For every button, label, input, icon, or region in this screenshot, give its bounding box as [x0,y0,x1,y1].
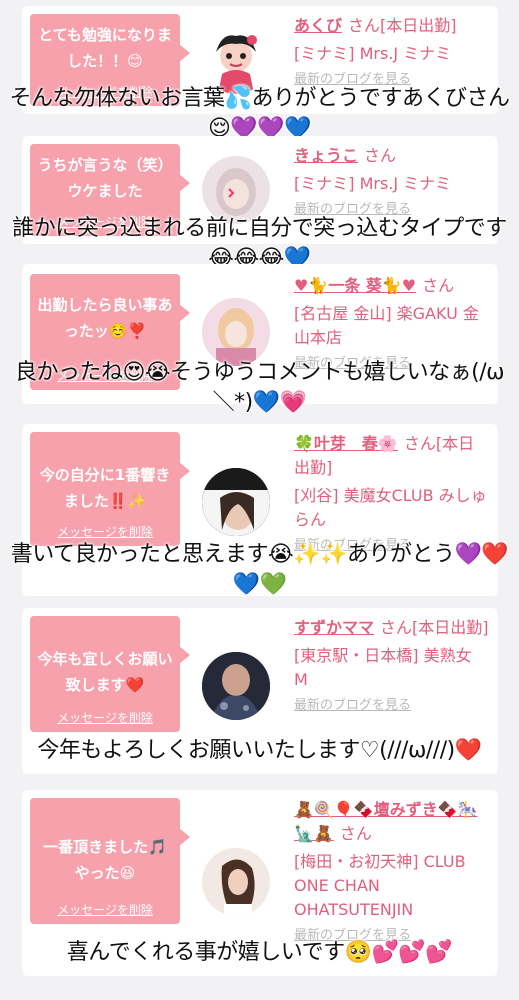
message-text: 今年も宜しくお願い致します❤️ [37,650,173,694]
sender-name[interactable]: きょうこ [294,146,358,165]
sender-info: すずかママ さん[本日出勤] [東京駅・日本橋] 美熟女 M 最新のブログを見る [294,616,490,718]
sender-suffix: さん [422,276,455,295]
avatar[interactable] [202,298,270,366]
message-bubble: 今の自分に1番響きました‼️✨ メッセージを削除 [30,432,190,546]
avatar-image [202,298,270,366]
sender-info: 🧸🍭🎈🍫壇みずき🍫🎠🗽🧸 さん [梅田・お初天神] CLUB ONE CHAN O… [294,798,490,948]
sender-shop[interactable]: [東京駅・日本橋] 美熟女 M [294,644,490,692]
sender-shop[interactable]: [ミナミ] Mrs.J ミナミ [294,42,490,66]
sender-suffix: さん [339,824,372,843]
avatar-image [202,848,270,916]
message-bubble: 一番頂きました🎵やった😆 メッセージを削除 [30,798,190,924]
reply-text: 喜んでくれる事が嬉しいです🥺💕💕💕 [66,940,453,965]
sender-suffix: さん[本日出勤] [380,618,489,637]
blog-link[interactable]: 最新のブログを見る [294,694,490,718]
avatar[interactable] [202,652,270,720]
sender-name[interactable]: あくび [294,16,342,35]
sender-info: あくび さん[本日出勤] [ミナミ] Mrs.J ミナミ 最新のブログを見る [294,14,490,92]
sender-name[interactable]: 🧸🍭🎈🍫壇みずき🍫🎠🗽🧸 [294,800,478,843]
avatar[interactable] [202,848,270,916]
message-text: うちが言うな（笑）ウケました [37,156,173,200]
sender-shop[interactable]: [名古屋 金山] 楽GAKU 金山本店 [294,302,490,350]
delete-message-link[interactable]: メッセージを削除 [30,524,180,540]
sender-suffix: さん [364,146,397,165]
sender-info: きょうこ さん [ミナミ] Mrs.J ミナミ 最新のブログを見る [294,144,490,222]
sender-name[interactable]: 🍀叶芽 春🌸 [294,434,398,453]
avatar-image [202,652,270,720]
sender-name[interactable]: すずかママ [294,618,374,637]
message-text: 今の自分に1番響きました‼️✨ [39,466,171,510]
reply-text: 書いて良かったと思えます😭✨✨ありがとう💜❤️💙💚 [10,542,509,597]
message-text: 出勤したら良い事あったッ☺️❣️ [37,296,173,340]
delete-message-link[interactable]: メッセージを削除 [30,710,180,726]
reply-text: 今年もよろしくお願いいたします♡(///ω///)❤️ [37,738,482,763]
sender-shop[interactable]: [梅田・お初天神] CLUB ONE CHAN OHATSUTENJIN [294,850,490,922]
sender-suffix: さん[本日出勤] [348,16,457,35]
message-text: とても勉強になりました！！😊 [38,26,172,70]
message-text: 一番頂きました🎵やった😆 [43,838,167,882]
message-bubble: 今年も宜しくお願い致します❤️ メッセージを削除 [30,616,190,732]
delete-message-link[interactable]: メッセージを削除 [30,902,180,918]
reply-text: 良かったね😍😭そうゆうコメントも嬉しいなぁ(/ω＼*)💙💗 [14,360,505,415]
reply-text: そんな勿体ないお言葉💦ありがとうですあくびさん😌💜💜💙 [9,86,510,141]
avatar-image [202,468,270,536]
sender-shop[interactable]: [ミナミ] Mrs.J ミナミ [294,172,490,196]
sender-name[interactable]: ♥🐈一条 葵🐈♥ [294,276,416,295]
avatar[interactable] [202,468,270,536]
sender-shop[interactable]: [刈谷] 美魔女CLUB みしゅらん [294,484,490,532]
